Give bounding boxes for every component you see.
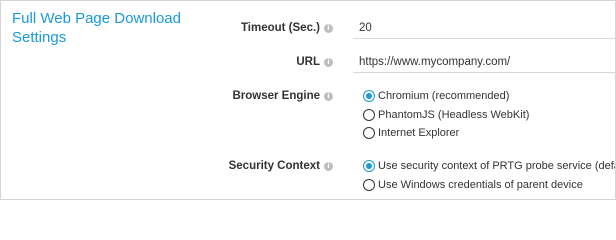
- radio-label-chromium: Chromium (recommended): [378, 90, 510, 102]
- radio-button-checked[interactable]: [363, 160, 375, 172]
- info-icon[interactable]: i: [324, 57, 333, 67]
- radio-internet-explorer[interactable]: Internet Explorer: [363, 125, 459, 141]
- url-label-group: URL i: [296, 53, 333, 71]
- settings-panel: Full Web Page Download Settings Timeout …: [0, 0, 616, 200]
- timeout-label-group: Timeout (Sec.) i: [241, 19, 333, 37]
- security-context-label: Security Context: [228, 160, 320, 172]
- radio-security-probe-service[interactable]: Use security context of PRTG probe servi…: [363, 158, 616, 174]
- browser-engine-label-group: Browser Engine i: [232, 87, 333, 105]
- radio-button[interactable]: [363, 127, 375, 139]
- section-title: Full Web Page Download Settings: [12, 10, 181, 46]
- radio-button-checked[interactable]: [363, 90, 375, 102]
- url-label: URL: [296, 56, 320, 68]
- radio-button[interactable]: [363, 109, 375, 121]
- info-icon[interactable]: i: [324, 91, 333, 101]
- radio-chromium[interactable]: Chromium (recommended): [363, 88, 509, 104]
- radio-windows-credentials[interactable]: Use Windows credentials of parent device: [363, 177, 583, 193]
- browser-engine-label: Browser Engine: [232, 90, 320, 102]
- radio-label-phantomjs: PhantomJS (Headless WebKit): [378, 109, 530, 121]
- radio-button[interactable]: [363, 179, 375, 191]
- info-icon[interactable]: i: [324, 161, 333, 171]
- timeout-label: Timeout (Sec.): [240, 22, 320, 34]
- info-icon[interactable]: i: [324, 23, 333, 33]
- security-context-label-group: Security Context i: [229, 157, 333, 175]
- timeout-input[interactable]: [353, 17, 615, 39]
- radio-label-internet-explorer: Internet Explorer: [378, 127, 460, 139]
- radio-label-windows-credentials: Use Windows credentials of parent device: [378, 179, 583, 191]
- radio-phantomjs[interactable]: PhantomJS (Headless WebKit): [363, 107, 529, 123]
- url-input[interactable]: [353, 51, 615, 73]
- radio-label-security-probe-service: Use security context of PRTG probe servi…: [378, 160, 616, 172]
